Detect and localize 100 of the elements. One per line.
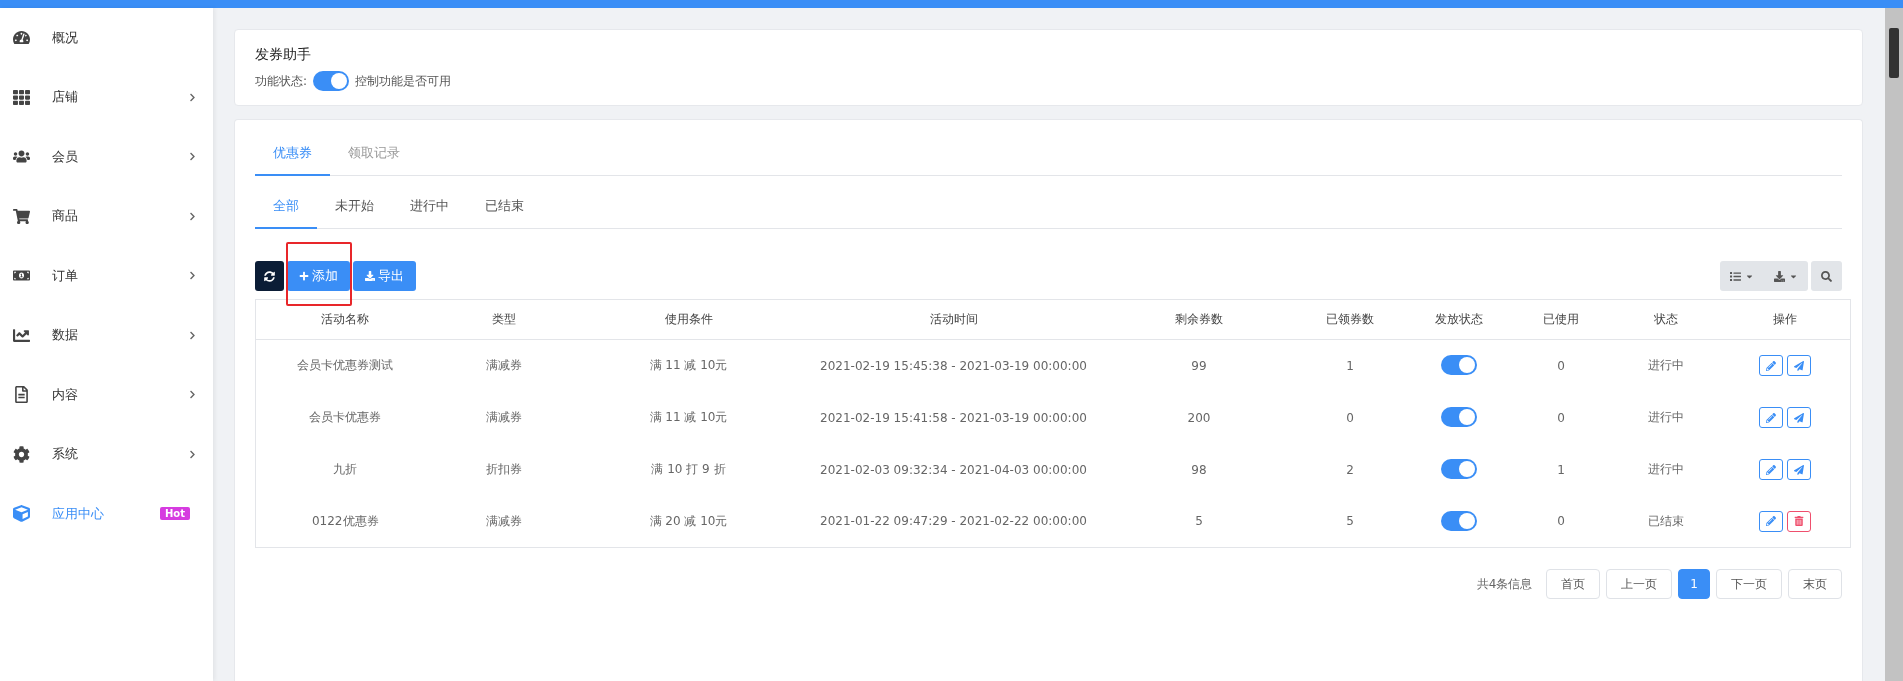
scrollbar[interactable] (1885, 8, 1903, 681)
table-cell: 5 (1103, 495, 1295, 548)
sidebar-item[interactable]: 系统 (0, 424, 213, 484)
refresh-icon (264, 270, 275, 282)
filter-tab[interactable]: 已结束 (467, 184, 542, 229)
refresh-button[interactable] (255, 261, 284, 291)
line-chart-icon (13, 326, 30, 344)
table-cell-text: 折扣券 (485, 461, 523, 478)
table-cell: 满减券 (434, 495, 574, 548)
table-cell-text: 2021-02-03 09:32:34 - 2021-04-03 00:00:00 (819, 461, 1088, 479)
menu-label: 会员 (52, 147, 79, 166)
issue-toggle[interactable] (1440, 459, 1477, 479)
menu-label: 订单 (52, 266, 79, 285)
table-cell: 0 (1511, 495, 1611, 548)
status-hint: 控制功能是否可用 (355, 72, 452, 90)
issue-toggle[interactable] (1440, 355, 1477, 376)
edit-button[interactable] (1759, 510, 1784, 532)
column-header: 类型 (434, 299, 574, 340)
sidebar-item[interactable]: 店铺 (0, 67, 213, 127)
filter-tab[interactable]: 全部 (255, 184, 317, 229)
table-cell-text: 进行中 (1646, 461, 1685, 478)
page-title: 发券助手 (255, 46, 312, 64)
first-page-button[interactable]: 首页 (1546, 569, 1601, 599)
edit-button[interactable] (1759, 407, 1784, 428)
cart-icon (13, 207, 30, 225)
table-cell: 99 (1103, 339, 1295, 392)
menu-label: 系统 (52, 445, 79, 464)
delete-button[interactable] (1787, 510, 1812, 532)
search-icon (1821, 270, 1832, 282)
table-cell-text: 98 (1190, 461, 1208, 479)
table-cell: 1 (1294, 339, 1406, 392)
paper-plane-icon (1794, 360, 1805, 371)
issue-toggle[interactable] (1440, 407, 1477, 427)
column-header: 剩余券数 (1103, 299, 1295, 340)
grid-icon (13, 88, 30, 106)
pencil-icon (1766, 516, 1777, 527)
column-header: 使用条件 (573, 299, 804, 340)
gauge-icon (13, 29, 30, 47)
sidebar-item[interactable]: 会员 (0, 127, 213, 187)
send-button[interactable] (1787, 407, 1812, 428)
menu-label: 应用中心 (52, 504, 105, 523)
column-header: 活动名称 (255, 299, 435, 340)
table-cell-text: 1 (1556, 461, 1566, 479)
table-cell: 2021-02-19 15:45:38 - 2021-03-19 00:00:00 (803, 339, 1104, 392)
pencil-icon (1766, 464, 1777, 475)
sidebar-item[interactable]: 商品 (0, 186, 213, 246)
table-cell-text: 满 10 打 9 折 (650, 461, 727, 478)
sidebar-item[interactable]: 订单 (0, 246, 213, 306)
sidebar-item[interactable]: 内容 (0, 365, 213, 425)
table-cell: 已结束 (1610, 495, 1721, 548)
download-icon (365, 271, 375, 281)
column-header: 活动时间 (803, 299, 1104, 340)
send-button[interactable] (1787, 355, 1812, 377)
table-cell: 会员卡优惠券测试 (255, 339, 435, 392)
table-cell-text: 0 (1345, 409, 1355, 427)
table-cell: 满 11 减 10元 (573, 339, 804, 392)
table-cell-text: 0 (1556, 409, 1566, 427)
column-header: 状态 (1610, 299, 1721, 340)
sidebar-item[interactable]: 应用中心 Hot (0, 484, 213, 544)
table-cell: 5 (1294, 495, 1406, 548)
list-icon (1730, 270, 1741, 282)
table-cell-text: 200 (1186, 409, 1212, 427)
menu-label: 商品 (52, 207, 79, 226)
search-button[interactable] (1811, 261, 1842, 291)
table-cell: 会员卡优惠券 (255, 391, 435, 444)
trash-icon (1794, 516, 1805, 527)
pencil-icon (1766, 412, 1777, 423)
status-toggle[interactable] (313, 71, 350, 91)
filter-tab[interactable]: 进行中 (392, 184, 467, 229)
document-icon (13, 386, 30, 404)
cube-icon (13, 505, 30, 523)
table-cell-text: 进行中 (1646, 409, 1685, 426)
table-cell: 进行中 (1610, 339, 1721, 392)
table-cell: 满减券 (434, 339, 574, 392)
last-page-button[interactable]: 末页 (1788, 569, 1842, 599)
issue-toggle[interactable] (1440, 510, 1477, 531)
gear-icon (13, 445, 30, 463)
table-cell-text: 2021-02-19 15:41:58 - 2021-03-19 00:00:00 (819, 409, 1088, 427)
pencil-icon (1766, 360, 1777, 371)
send-button[interactable] (1787, 459, 1812, 480)
table-cell-text: 满 11 减 10元 (648, 409, 729, 426)
edit-button[interactable] (1759, 459, 1784, 480)
filter-tab[interactable]: 未开始 (317, 184, 392, 229)
table-cell: 0 (1511, 339, 1611, 392)
download-dropdown[interactable] (1764, 261, 1808, 291)
column-header: 已领券数 (1294, 299, 1406, 340)
table-cell: 满 20 减 10元 (573, 495, 804, 548)
column-header: 发放状态 (1405, 299, 1512, 340)
sidebar-item[interactable]: 概况 (0, 8, 213, 68)
edit-button[interactable] (1759, 355, 1784, 377)
sidebar-item[interactable]: 数据 (0, 305, 213, 365)
table-cell-text: 2 (1345, 461, 1355, 479)
hot-badge: Hot (159, 507, 190, 521)
record-count: 共4条信息 (1476, 575, 1533, 593)
prev-page-button[interactable]: 上一页 (1606, 569, 1673, 599)
columns-dropdown[interactable] (1720, 261, 1764, 291)
column-header: 操作 (1720, 299, 1851, 340)
table-cell: 九折 (255, 443, 435, 496)
table-cell: 2021-01-22 09:47:29 - 2021-02-22 00:00:00 (803, 495, 1104, 548)
next-page-button[interactable]: 下一页 (1716, 569, 1782, 599)
